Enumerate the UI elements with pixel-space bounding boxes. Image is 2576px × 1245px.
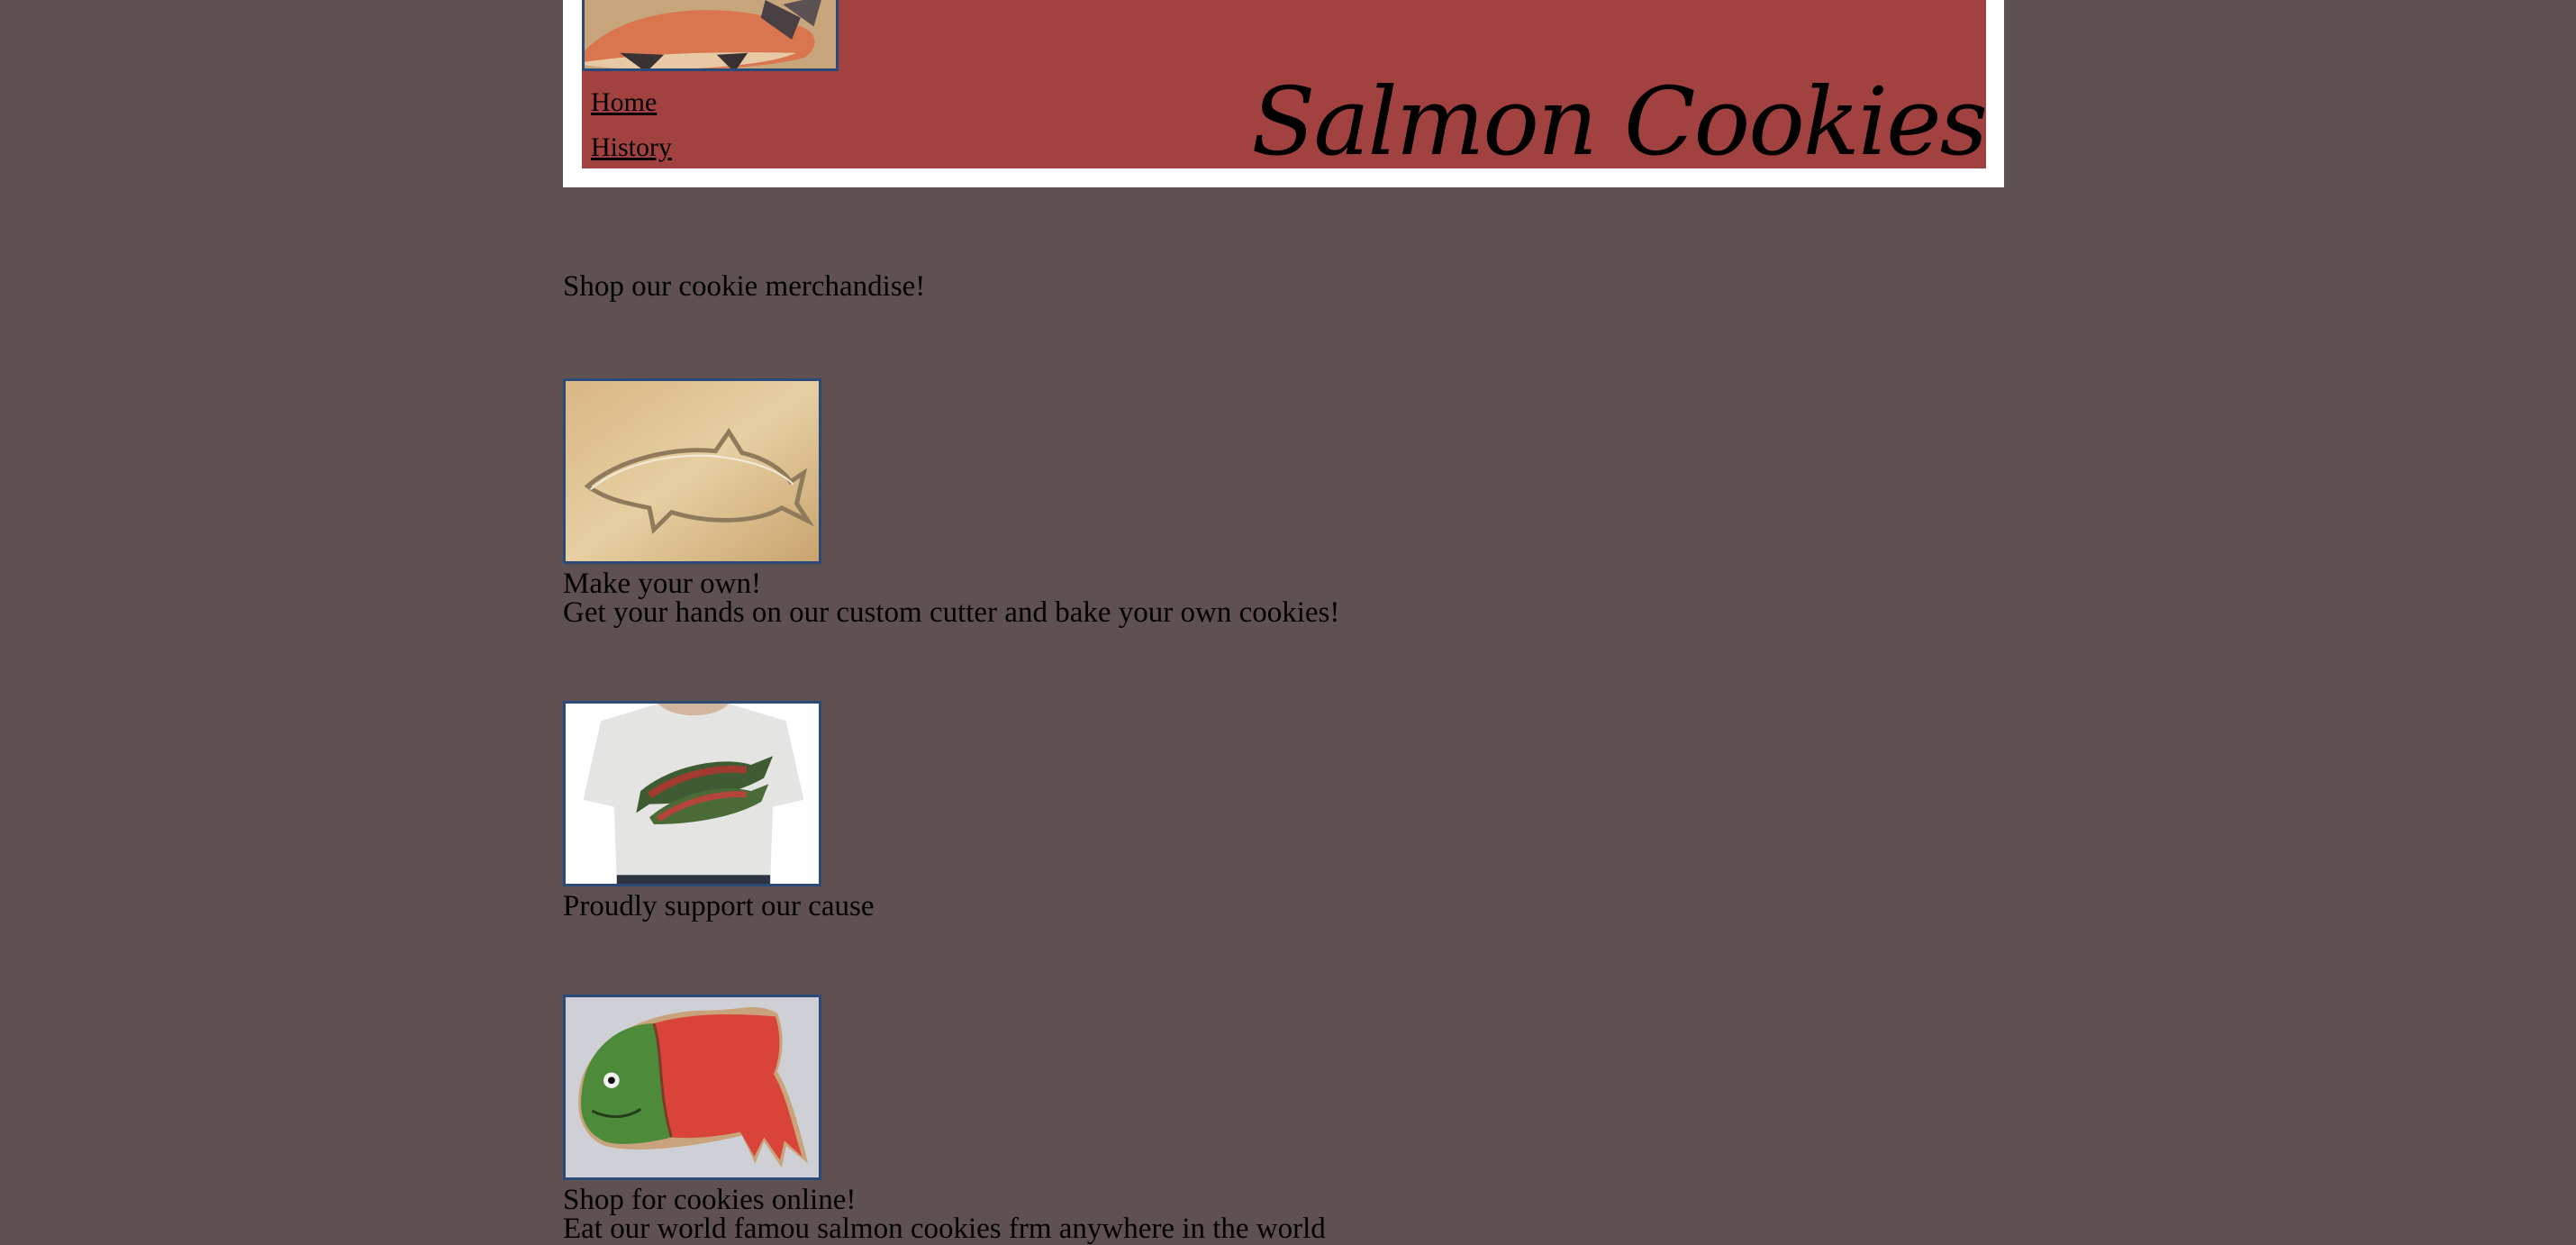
nav-item-history: History bbox=[591, 126, 672, 168]
site-title: Salmon Cookies bbox=[1251, 67, 1986, 168]
product-title: Shop for cookies online! bbox=[563, 1184, 857, 1216]
salmon-cookie-cutter-icon[interactable] bbox=[563, 378, 821, 564]
product-tshirt: Proudly support our cause bbox=[563, 701, 1644, 922]
salmon-illustration-icon bbox=[582, 0, 839, 71]
product-description: Get your hands on our custom cutter and … bbox=[563, 596, 1340, 629]
product-cookie-cutter: Make your own! Get your hands on our cus… bbox=[563, 378, 1644, 629]
header-frame: Home History Salmon Cookies bbox=[563, 0, 2004, 187]
product-cookies-online: Shop for cookies online! Eat our world f… bbox=[563, 995, 1644, 1245]
salmon-cookie-icon[interactable] bbox=[563, 995, 821, 1180]
salmon-tshirt-icon[interactable] bbox=[563, 701, 821, 886]
product-description: Eat our world famou salmon cookies frm a… bbox=[563, 1213, 1326, 1245]
site-header: Home History Salmon Cookies bbox=[582, 0, 1986, 168]
merch-intro: Shop our cookie merchandise! bbox=[563, 270, 926, 303]
nav-item-home: Home bbox=[591, 81, 672, 126]
product-title: Proudly support our cause bbox=[563, 890, 875, 922]
product-title: Make your own! bbox=[563, 568, 761, 600]
nav-link-history[interactable]: History bbox=[591, 132, 672, 162]
main-nav: Home History bbox=[591, 81, 672, 168]
nav-link-home[interactable]: Home bbox=[591, 87, 657, 117]
page-wrapper: Home History Salmon Cookies Shop our coo… bbox=[563, 0, 2004, 1244]
